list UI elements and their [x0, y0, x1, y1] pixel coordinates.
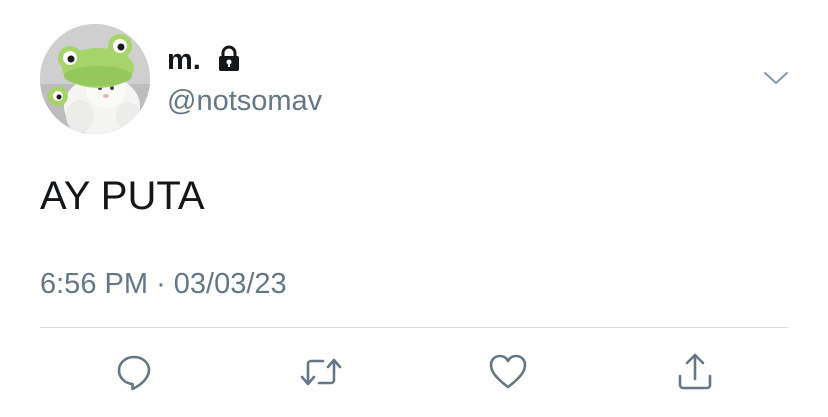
user-handle[interactable]: @notsomav	[167, 83, 322, 119]
reply-icon	[117, 355, 151, 391]
divider	[40, 327, 788, 328]
share-button[interactable]	[673, 350, 717, 394]
meta-separator: ·	[156, 268, 166, 300]
retweet-button[interactable]	[299, 350, 343, 394]
display-name[interactable]: m.	[167, 42, 201, 78]
avatar-image	[40, 24, 150, 134]
avatar[interactable]	[40, 24, 150, 134]
tweet-date: 03/03/23	[173, 268, 287, 300]
tweet-time: 6:56 PM	[40, 268, 148, 300]
reply-button[interactable]	[112, 350, 156, 394]
share-icon	[678, 353, 712, 390]
tweet-options-button[interactable]	[758, 62, 794, 94]
lock-icon	[215, 45, 243, 73]
chevron-down-icon	[764, 72, 788, 84]
like-button[interactable]	[486, 350, 530, 394]
tweet-timestamp[interactable]: 6:56 PM · 03/03/23	[40, 266, 287, 302]
tweet-text: AY PUTA	[40, 174, 205, 218]
like-icon	[489, 354, 527, 389]
retweet-icon	[300, 358, 342, 386]
